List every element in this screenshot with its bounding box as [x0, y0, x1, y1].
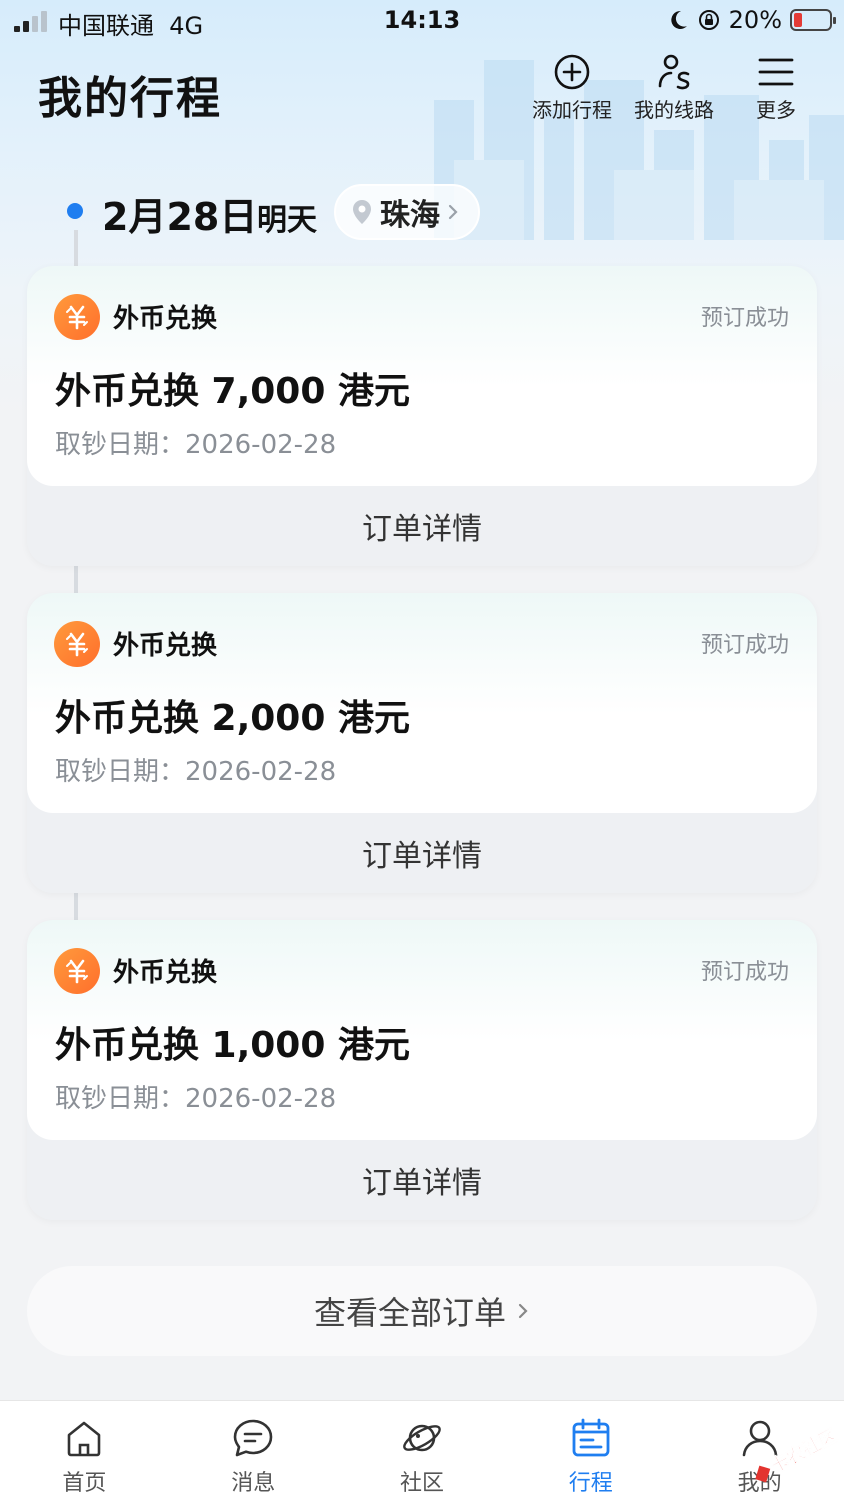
more-button[interactable]: 更多 — [734, 52, 818, 123]
home-icon — [68, 1421, 101, 1457]
battery-icon — [790, 9, 836, 31]
tab-profile[interactable]: 我的 — [675, 1401, 844, 1500]
rotation-lock-icon — [698, 10, 719, 30]
tab-community[interactable]: 社区 — [338, 1401, 507, 1500]
order-status: 预订成功 — [700, 633, 789, 658]
order-title: 外币兑换 7,000 港元 — [55, 371, 410, 412]
pickup-date-label: 取钞日期： — [55, 757, 186, 787]
pickup-date: 2026-02-28 — [185, 757, 337, 787]
order-summary[interactable]: 外币兑换 预订成功 外币兑换 2,000 港元 取钞日期：2026-02-28 — [27, 593, 817, 813]
tab-trips[interactable]: 行程 — [506, 1401, 675, 1500]
order-summary[interactable]: 外币兑换 预订成功 外币兑换 1,000 港元 取钞日期：2026-02-28 — [27, 920, 817, 1140]
menu-icon — [758, 58, 794, 86]
order-detail-button[interactable]: 订单详情 — [27, 1140, 817, 1220]
battery-percent: 20% — [728, 6, 782, 34]
tab-label: 消息 — [231, 1471, 276, 1496]
carrier-name: 中国联通 — [58, 12, 154, 40]
network-type: 4G — [169, 12, 204, 40]
my-routes-label: 我的线路 — [634, 98, 714, 122]
route-person-icon — [658, 54, 690, 90]
location-pin-icon — [353, 200, 371, 224]
currency-exchange-icon — [54, 948, 100, 994]
pickup-date: 2026-02-28 — [185, 1084, 337, 1114]
planet-icon — [403, 1424, 441, 1452]
service-name: 外币兑换 — [113, 958, 218, 988]
tab-label: 社区 — [399, 1471, 444, 1496]
currency-exchange-icon — [54, 294, 100, 340]
calendar-icon — [572, 1418, 610, 1457]
pickup-date: 2026-02-28 — [185, 430, 337, 460]
plus-circle-icon — [554, 54, 590, 90]
tab-label: 行程 — [568, 1471, 613, 1496]
order-summary[interactable]: 外币兑换 预订成功 外币兑换 7,000 港元 取钞日期：2026-02-28 — [27, 266, 817, 486]
tab-label: 首页 — [62, 1471, 107, 1496]
tab-home[interactable]: 首页 — [0, 1401, 169, 1500]
add-trip-button[interactable]: 添加行程 — [530, 52, 614, 123]
order-detail-button[interactable]: 订单详情 — [27, 813, 817, 893]
order-title: 外币兑换 1,000 港元 — [55, 1025, 410, 1066]
user-icon — [742, 1420, 777, 1457]
tab-messages[interactable]: 消息 — [169, 1401, 338, 1500]
pickup-date-label: 取钞日期： — [55, 430, 186, 460]
city-name: 珠海 — [380, 198, 440, 233]
city-selector[interactable]: 珠海 — [334, 184, 480, 240]
status-bar: 中国联通 4G 14:13 20% — [0, 0, 844, 44]
bottom-tab-bar: 首页 消息 社区 行程 我的 — [0, 1400, 844, 1500]
order-card: 外币兑换 预订成功 外币兑换 7,000 港元 取钞日期：2026-02-28 … — [27, 266, 817, 566]
timeline-dot — [67, 203, 83, 219]
header-actions: 添加行程 我的线路 更多 — [530, 52, 818, 123]
pickup-date-label: 取钞日期： — [55, 1084, 186, 1114]
service-name: 外币兑换 — [113, 304, 218, 334]
message-icon — [233, 1419, 273, 1457]
order-title: 外币兑换 2,000 港元 — [55, 698, 410, 739]
order-status: 预订成功 — [700, 306, 789, 331]
trip-day: 明天 — [257, 203, 317, 238]
currency-exchange-icon — [54, 621, 100, 667]
moon-icon — [670, 10, 687, 29]
view-all-orders-button[interactable]: 查看全部订单 — [27, 1266, 817, 1356]
order-card: 外币兑换 预订成功 外币兑换 1,000 港元 取钞日期：2026-02-28 … — [27, 920, 817, 1220]
my-routes-button[interactable]: 我的线路 — [632, 52, 716, 123]
order-status: 预订成功 — [700, 960, 789, 985]
page-title: 我的行程 — [38, 73, 222, 124]
trip-date: 2月28日 — [102, 195, 258, 239]
service-name: 外币兑换 — [113, 631, 218, 661]
order-detail-button[interactable]: 订单详情 — [27, 486, 817, 566]
more-label: 更多 — [756, 98, 796, 122]
tab-label: 我的 — [737, 1471, 782, 1496]
order-card: 外币兑换 预订成功 外币兑换 2,000 港元 取钞日期：2026-02-28 … — [27, 593, 817, 893]
view-all-orders-label: 查看全部订单 — [313, 1294, 506, 1332]
chevron-right-icon — [518, 1303, 528, 1319]
signal-icon — [14, 10, 50, 32]
chevron-right-icon — [448, 204, 458, 220]
add-trip-label: 添加行程 — [532, 98, 612, 122]
